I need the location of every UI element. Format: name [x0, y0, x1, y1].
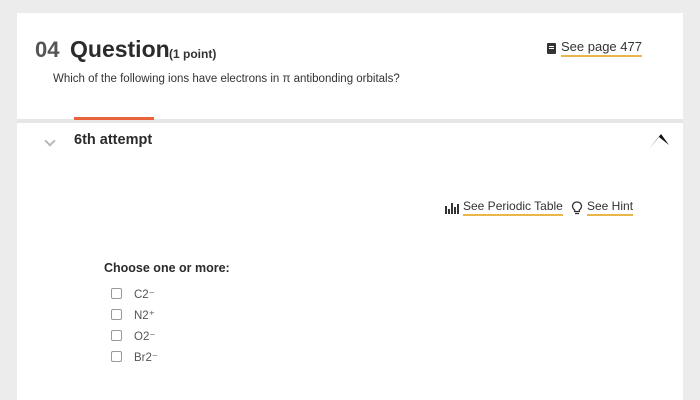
option-label: N2⁺: [134, 309, 155, 322]
answer-option[interactable]: O2⁻: [111, 325, 158, 346]
see-page-label: See page 477: [561, 39, 642, 57]
see-hint-link[interactable]: See Hint: [571, 199, 634, 216]
attempt-label: 6th attempt: [74, 132, 153, 148]
chevron-down-icon[interactable]: [44, 135, 56, 147]
answer-option[interactable]: Br2⁻: [111, 346, 158, 367]
attempt-accent-bar: [74, 117, 154, 120]
book-icon: [547, 42, 556, 54]
answer-instruction: Choose one or more:: [104, 261, 230, 275]
see-hint-label: See Hint: [587, 199, 634, 216]
option-label: C2⁻: [134, 288, 155, 301]
answer-option[interactable]: C2⁻: [111, 283, 158, 304]
answer-options: C2⁻ N2⁺ O2⁻ Br2⁻: [111, 283, 158, 367]
question-card: 04 Question (1 point) See page 477 Which…: [17, 13, 683, 400]
periodic-table-icon: [445, 202, 459, 214]
question-prompt: Which of the following ions have electro…: [53, 73, 400, 85]
see-periodic-table-link[interactable]: See Periodic Table: [445, 199, 563, 216]
checkbox[interactable]: [111, 309, 122, 320]
see-periodic-table-label: See Periodic Table: [463, 199, 563, 216]
question-header: 04 Question (1 point) See page 477 Which…: [17, 13, 683, 119]
lightbulb-icon: [571, 200, 583, 214]
checkbox[interactable]: [111, 330, 122, 341]
answer-option[interactable]: N2⁺: [111, 304, 158, 325]
checkbox[interactable]: [111, 288, 122, 299]
checkbox[interactable]: [111, 351, 122, 362]
option-label: Br2⁻: [134, 351, 158, 364]
question-title: Question: [70, 36, 170, 62]
question-points: (1 point): [169, 47, 217, 61]
option-label: O2⁻: [134, 330, 156, 343]
see-page-link[interactable]: See page 477: [547, 39, 642, 57]
flag-icon[interactable]: [647, 131, 671, 151]
question-number: 04: [35, 37, 60, 62]
